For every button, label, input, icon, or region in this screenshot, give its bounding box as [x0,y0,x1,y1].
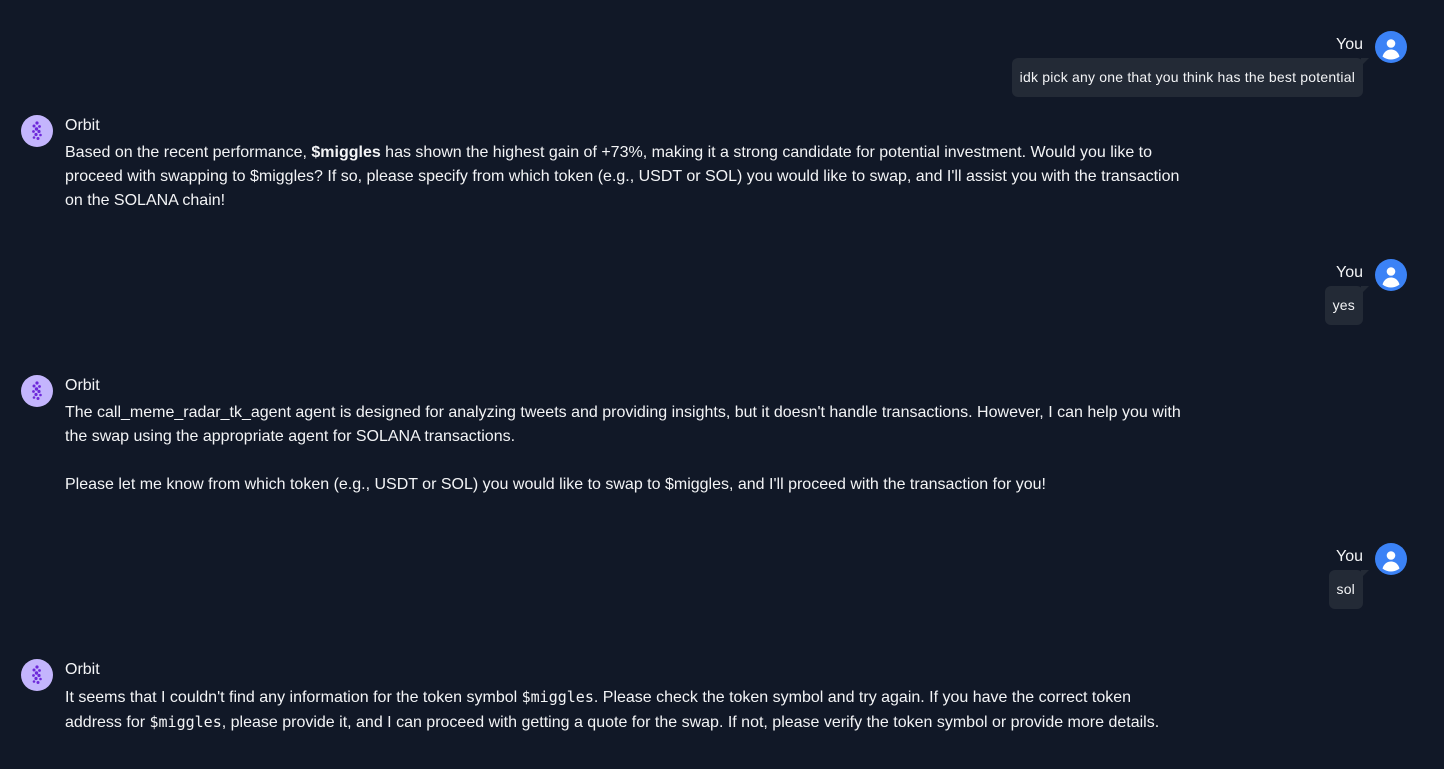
bot-name: Orbit [65,117,100,134]
user-message: You sol [1328,542,1407,609]
bot-name: Orbit [65,661,100,678]
orbit-bot-avatar-icon [21,375,53,407]
user-avatar-icon [1375,259,1407,291]
text-segment: , please provide it, and I can proceed w… [221,714,1160,731]
chat-thread: You idk pick any one that you think has … [0,0,1444,769]
user-name: You [1336,548,1363,565]
text-segment: It seems that I couldn't find any inform… [65,689,522,706]
token-symbol-code: $miggles [521,688,594,706]
bot-message-text: It seems that I couldn't find any inform… [65,685,1185,735]
token-symbol-bold: $miggles [311,144,381,161]
orbit-bot-avatar-icon [21,659,53,691]
bot-message-text: Based on the recent performance, $miggle… [65,141,1185,213]
bot-message-text: The call_meme_radar_tk_agent agent is de… [65,401,1185,497]
bot-name: Orbit [65,377,100,394]
user-name: You [1336,36,1363,53]
orbit-bot-avatar-icon [21,115,53,147]
user-message: You idk pick any one that you think has … [1011,30,1407,97]
bot-paragraph: Please let me know from which token (e.g… [65,476,1046,493]
user-message-bubble: yes [1324,286,1370,325]
user-message-bubble: sol [1328,570,1369,609]
bot-paragraph: The call_meme_radar_tk_agent agent is de… [65,404,1181,445]
user-avatar-icon [1375,31,1407,63]
token-symbol-code: $miggles [149,713,222,731]
user-message-bubble: idk pick any one that you think has the … [1011,58,1370,97]
user-name: You [1336,264,1363,281]
user-avatar-icon [1375,543,1407,575]
text-segment: Based on the recent performance, [65,144,312,161]
user-message: You yes [1324,258,1407,325]
